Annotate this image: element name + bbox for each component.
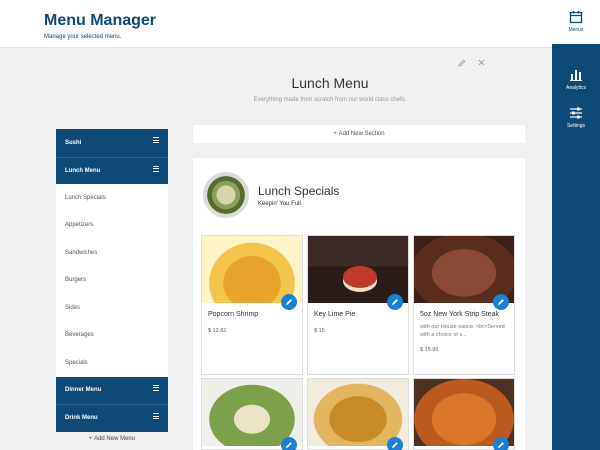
pencil-icon [286,442,292,448]
item-image [202,236,302,303]
item-image [308,236,408,303]
section-item-specials[interactable]: Specials [56,349,168,377]
pencil-icon [286,299,292,305]
section-item-label: Lunch Specials [65,194,106,201]
section-item-sides[interactable]: Sides [56,294,168,322]
edit-menu-icon[interactable] [458,59,466,69]
section-item-label: Appetizers [65,222,94,229]
menu-item-drink-menu[interactable]: Drink Menu [56,404,168,432]
edit-item-button[interactable] [281,294,297,310]
rail-item-settings[interactable]: Settings [552,96,600,140]
menu-description: Everything made from scratch from our wo… [253,97,407,103]
right-nav-rail: Menus Analytics Settings [552,0,600,450]
rail-label-settings: Settings [566,123,586,129]
drag-handle-icon[interactable] [153,137,159,143]
menu-item-label: Sushi [65,139,82,146]
pencil-icon [498,299,504,305]
section-item-beverages[interactable]: Beverages [56,321,168,349]
item-price: $ 15.99 [420,347,439,353]
app-subtitle: Manage your selected menu. [44,34,122,40]
section-title: Lunch Specials [258,184,340,198]
section-thumbnail [203,172,249,218]
add-new-menu-button[interactable]: + Add New Menu [56,436,168,442]
section-item-label: Specials [65,359,88,366]
menu-item-label: Lunch Menu [65,167,101,174]
item-name: Popcorn Shrimp [208,311,259,318]
section-item-label: Sides [65,304,81,311]
pencil-icon [392,442,398,448]
rail-item-menus[interactable]: Menus [552,0,600,44]
menu-item-card[interactable]: Key Lime Pie $ 15 [307,235,409,375]
section-item-label: Sandwiches [65,249,98,256]
item-image [308,379,408,446]
menu-item-card[interactable]: Popcorn Shrimp $ 12.82 [201,235,303,375]
section-panel: Lunch Specials Keepin' You Full Popcorn … [193,158,525,450]
menu-item-lunch-menu[interactable]: Lunch Menu [56,156,168,184]
edit-item-button[interactable] [387,294,403,310]
item-image [414,236,514,303]
item-description: with our House sauce. <br>Served with a … [420,324,505,338]
menu-item-card[interactable]: 5oz New York Strip Steak with our House … [413,235,515,375]
item-name: 5oz New York Strip Steak [420,311,499,318]
sliders-icon [570,107,582,119]
app-title: Menu Manager [44,12,157,29]
section-item-appetizers[interactable]: Appetizers [56,211,168,239]
drag-handle-icon[interactable] [153,165,159,172]
item-price: $ 15 [314,328,325,334]
section-item-label: Beverages [65,332,94,339]
close-icon[interactable] [478,59,485,68]
menu-item-card[interactable] [307,378,409,450]
menu-item-card[interactable] [201,378,303,450]
rail-label-menus: Menus [568,27,584,33]
rail-label-analytics: Analytics [565,85,586,91]
add-new-section-button[interactable]: + Add New Section [193,125,525,143]
menu-item-dinner-menu[interactable]: Dinner Menu [56,376,168,404]
menu-title: Lunch Menu [291,75,369,91]
section-item-lunch-specials[interactable]: Lunch Specials [56,184,168,212]
item-image [202,379,302,446]
menu-item-label: Drink Menu [65,415,98,422]
pencil-icon [498,442,504,448]
top-header: Menu Manager Manage your selected menu. [0,0,552,48]
calendar-icon [569,11,583,24]
edit-item-button[interactable] [493,437,509,450]
menu-list: Sushi Lunch Menu Lunch Specials Appetize… [56,129,168,432]
menu-item-sushi[interactable]: Sushi [56,129,168,157]
edit-item-button[interactable] [281,437,297,450]
item-price: $ 12.82 [208,328,227,334]
item-name: Key Lime Pie [314,311,356,318]
section-item-sandwiches[interactable]: Sandwiches [56,239,168,267]
drag-handle-icon[interactable] [153,384,159,391]
add-new-menu-label: Add New Menu [94,436,136,442]
menu-item-label: Dinner Menu [65,387,102,394]
menu-item-card[interactable] [413,378,515,450]
bar-chart-icon [570,70,582,81]
pencil-icon [392,299,398,305]
section-subtitle: Keepin' You Full [258,201,301,207]
edit-item-button[interactable] [493,294,509,310]
edit-item-button[interactable] [387,437,403,450]
add-new-section-label: Add New Section [338,131,385,137]
section-item-label: Burgers [65,277,87,284]
section-item-burgers[interactable]: Burgers [56,266,168,294]
item-image [414,379,514,446]
drag-handle-icon[interactable] [153,413,159,419]
